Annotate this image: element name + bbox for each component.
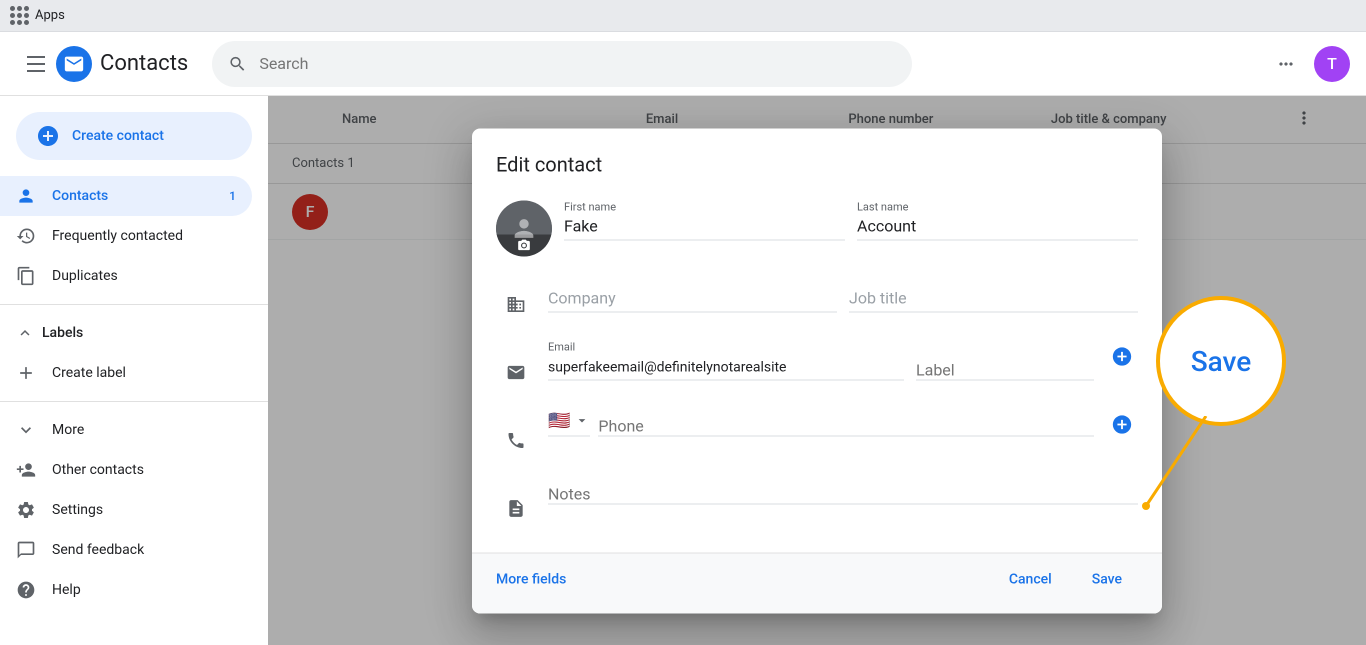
sidebar-item-more[interactable]: More (0, 410, 252, 450)
more-fields-button[interactable]: More fields (496, 561, 566, 597)
phone-input[interactable] (598, 416, 1094, 435)
sidebar-item-contacts[interactable]: Contacts 1 (0, 176, 252, 216)
dialog-title: Edit contact (472, 128, 1162, 192)
dialog-actions: Cancel Save (993, 561, 1138, 597)
notes-icon (496, 488, 536, 528)
labels-section-label: Labels (42, 325, 83, 341)
chevron-down-icon (16, 420, 36, 440)
apps-icon-area: Apps (10, 6, 65, 25)
person-add-icon (16, 460, 36, 480)
duplicates-nav-label: Duplicates (52, 268, 118, 284)
help-nav-label: Help (52, 582, 81, 598)
company-row (496, 264, 1138, 332)
job-title-input[interactable] (849, 288, 1138, 311)
first-name-label: First name (564, 200, 616, 213)
company-field[interactable] (548, 272, 837, 312)
other-contacts-nav-label: Other contacts (52, 462, 144, 478)
header-title: Contacts (100, 51, 188, 76)
dialog-content: First name Last name (472, 192, 1162, 552)
hamburger-menu[interactable] (16, 44, 56, 84)
header: Contacts T (0, 32, 1366, 96)
sidebar: Create contact Contacts 1 Frequently con… (0, 96, 268, 645)
job-title-field[interactable] (849, 272, 1138, 312)
email-field[interactable]: Email (548, 340, 904, 380)
labels-section-header[interactable]: Labels (0, 313, 268, 353)
create-label-nav-label: Create label (52, 365, 126, 381)
dialog-footer: More fields Cancel Save (472, 552, 1162, 613)
avatar[interactable]: T (1314, 46, 1350, 82)
contact-avatar-edit[interactable] (496, 200, 552, 256)
name-row: First name Last name (496, 192, 1138, 264)
create-contact-label: Create contact (72, 128, 164, 144)
main-content: Name Email Phone number Job title & comp… (268, 96, 1366, 645)
phone-row: 🇺🇸 (496, 400, 1138, 468)
feedback-icon (16, 540, 36, 560)
company-fields-group (548, 272, 1138, 312)
frequently-nav-label: Frequently contacted (52, 228, 183, 244)
person-icon (16, 186, 36, 206)
sidebar-item-frequently[interactable]: Frequently contacted (0, 216, 252, 256)
copy-icon (16, 266, 36, 286)
add-email-button[interactable] (1106, 340, 1138, 372)
more-nav-label: More (52, 422, 84, 438)
app-bar: Apps (0, 0, 1366, 32)
last-name-field[interactable]: Last name (857, 200, 1138, 240)
notes-row (496, 468, 1138, 536)
search-icon (228, 54, 247, 74)
email-input[interactable] (548, 359, 904, 379)
label-field[interactable] (916, 352, 1094, 380)
send-feedback-nav-label: Send feedback (52, 542, 144, 558)
sidebar-item-help[interactable]: Help (0, 570, 252, 610)
last-name-input[interactable] (857, 216, 1138, 239)
first-name-field[interactable]: First name (564, 200, 845, 240)
search-bar[interactable] (212, 41, 912, 87)
create-plus-icon (36, 124, 60, 148)
sidebar-item-send-feedback[interactable]: Send feedback (0, 530, 252, 570)
help-icon (16, 580, 36, 600)
company-input[interactable] (548, 288, 837, 311)
save-button[interactable]: Save (1076, 561, 1138, 597)
contacts-nav-label: Contacts (52, 188, 108, 204)
cancel-button[interactable]: Cancel (993, 561, 1068, 597)
add-phone-button[interactable] (1106, 408, 1138, 440)
grid-apps-button[interactable] (1266, 44, 1306, 84)
nav-divider (0, 304, 268, 305)
name-fields-group: First name Last name (564, 200, 1138, 240)
logo-icon (56, 46, 92, 82)
phone-icon (496, 420, 536, 460)
email-row: Email (496, 332, 1138, 400)
settings-icon (16, 500, 36, 520)
notes-field[interactable] (548, 476, 1138, 504)
flag-selector[interactable]: 🇺🇸 (548, 410, 590, 436)
company-icon (496, 284, 536, 324)
email-label: Email (548, 340, 575, 353)
apps-label: Apps (35, 8, 65, 23)
apps-grid-icon (10, 6, 29, 25)
edit-contact-dialog: Edit contact (472, 128, 1162, 613)
last-name-label: Last name (857, 200, 908, 213)
sidebar-item-create-label[interactable]: Create label (0, 353, 252, 393)
sidebar-item-settings[interactable]: Settings (0, 490, 252, 530)
phone-fields-group: 🇺🇸 (548, 408, 1094, 436)
phone-field[interactable] (598, 408, 1094, 436)
email-icon (496, 352, 536, 392)
notes-input[interactable] (548, 484, 1138, 503)
expand-less-icon (16, 324, 34, 342)
add-icon (16, 363, 36, 383)
email-fields-group: Email (548, 340, 1094, 380)
contacts-badge: 1 (229, 189, 236, 203)
header-logo: Contacts (56, 46, 188, 82)
nav-divider-2 (0, 401, 268, 402)
sidebar-item-duplicates[interactable]: Duplicates (0, 256, 252, 296)
search-input[interactable] (259, 54, 896, 73)
header-right: T (1266, 44, 1350, 84)
sidebar-item-other-contacts[interactable]: Other contacts (0, 450, 252, 490)
settings-nav-label: Settings (52, 502, 103, 518)
create-contact-button[interactable]: Create contact (16, 112, 252, 160)
first-name-input[interactable] (564, 216, 845, 239)
layout: Create contact Contacts 1 Frequently con… (0, 96, 1366, 645)
label-input[interactable] (916, 360, 1094, 379)
history-icon (16, 226, 36, 246)
flag-icon: 🇺🇸 (548, 410, 570, 431)
